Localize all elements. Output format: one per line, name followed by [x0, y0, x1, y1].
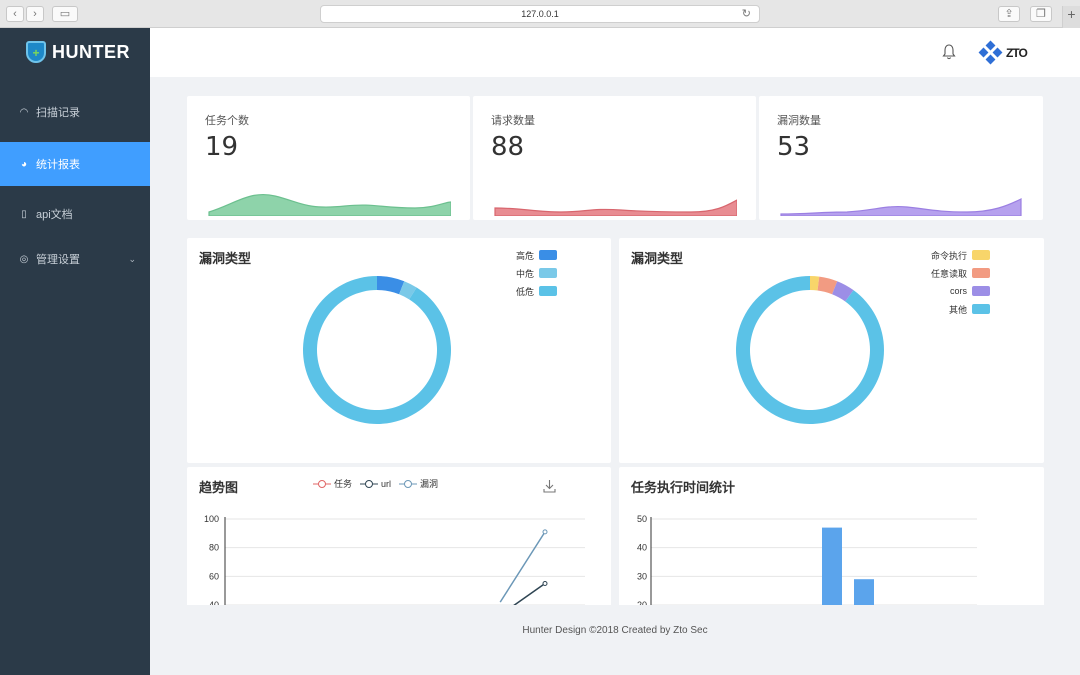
sidebar-item-label: 管理设置	[36, 254, 80, 266]
gear-icon: ◎	[19, 253, 29, 265]
gauge-icon: ◠	[19, 106, 29, 118]
chart-card-trend: 趋势图 任务 url 漏洞 100806040	[187, 467, 611, 617]
stat-value: 19	[205, 132, 239, 162]
y-tick-label: 40	[637, 543, 647, 553]
address-text: 127.0.0.1	[521, 9, 559, 19]
y-tick-label: 30	[637, 571, 647, 581]
donut-slice[interactable]	[303, 276, 452, 424]
company-logo: ZTO	[978, 40, 1028, 65]
data-point[interactable]	[542, 529, 548, 535]
share-button[interactable]: ⇪	[998, 6, 1020, 22]
back-button[interactable]: ‹	[6, 6, 24, 22]
stat-value: 88	[491, 132, 525, 162]
stat-sparkline	[780, 198, 1022, 216]
sidebar-toggle-button[interactable]: ▭	[52, 6, 78, 22]
tabs-button[interactable]: ❐	[1030, 6, 1052, 22]
bell-icon[interactable]	[942, 44, 956, 60]
chevron-down-icon: ⌄	[128, 253, 136, 264]
app-logo[interactable]: HUNTER	[26, 40, 130, 64]
donut-chart	[303, 276, 452, 424]
sidebar-item-api-docs[interactable]: ▯ api文档	[0, 192, 150, 236]
forward-button[interactable]: ›	[26, 6, 44, 22]
pie-chart-icon: ◕	[20, 158, 28, 170]
stat-card-vulns: 漏洞数量 53	[759, 96, 1043, 220]
footer: Hunter Design ©2018 Created by Zto Sec	[522, 625, 708, 636]
brand-text: ZTO	[1006, 46, 1028, 60]
data-point[interactable]	[542, 581, 548, 586]
address-bar[interactable]: 127.0.0.1 ↻	[320, 5, 760, 23]
app-name: HUNTER	[52, 41, 130, 62]
bar-chart: 50403020	[637, 514, 977, 617]
stat-label: 任务个数	[205, 115, 249, 127]
sidebar-item-settings[interactable]: ◎ 管理设置 ⌄	[0, 237, 150, 281]
shield-icon	[26, 41, 46, 63]
donut-slice[interactable]	[736, 276, 884, 424]
stat-label: 漏洞数量	[777, 115, 821, 127]
donut-slice[interactable]	[377, 276, 405, 295]
reload-icon[interactable]: ↻	[742, 6, 751, 22]
sidebar-item-label: api文档	[36, 209, 73, 221]
document-icon: ▯	[21, 208, 27, 220]
sidebar: HUNTER ◠ 扫描记录 ◕ 统计报表 ▯ api文档 ◎ 管理设置 ⌄	[0, 28, 150, 675]
chart-card-vuln-type: 漏洞类型 命令执行 任意读取 cors 其他	[619, 238, 1044, 463]
line-chart: 100806040	[204, 514, 585, 617]
sidebar-item-label: 扫描记录	[36, 107, 80, 119]
browser-toolbar: ‹ › ▭ 127.0.0.1 ↻ ⇪ ❐ +	[0, 0, 1080, 28]
stat-sparkline	[208, 194, 451, 216]
y-tick-label: 50	[637, 514, 647, 524]
y-tick-label: 100	[204, 514, 219, 524]
logo-mark-icon	[978, 40, 1003, 65]
y-tick-label: 80	[209, 543, 219, 553]
bar[interactable]	[822, 527, 842, 617]
chart-card-task-time: 任务执行时间统计 50403020	[619, 467, 1044, 617]
top-header: ZTO	[150, 28, 1080, 77]
stat-card-tasks: 任务个数 19	[187, 96, 470, 220]
content-bottom	[150, 605, 1080, 675]
donut-chart	[736, 276, 884, 424]
chart-card-vuln-level: 漏洞类型 高危 中危 低危	[187, 238, 611, 463]
new-tab-button[interactable]: +	[1062, 6, 1080, 28]
sidebar-item-scan-records[interactable]: ◠ 扫描记录	[0, 90, 150, 134]
stat-card-requests: 请求数量 88	[473, 96, 756, 220]
y-tick-label: 60	[209, 571, 219, 581]
stat-value: 53	[777, 132, 811, 162]
sidebar-item-statistics[interactable]: ◕ 统计报表	[0, 142, 150, 186]
series-line	[499, 531, 546, 603]
sidebar-item-label: 统计报表	[36, 159, 80, 171]
stat-sparkline	[494, 199, 737, 216]
stat-label: 请求数量	[491, 115, 535, 127]
